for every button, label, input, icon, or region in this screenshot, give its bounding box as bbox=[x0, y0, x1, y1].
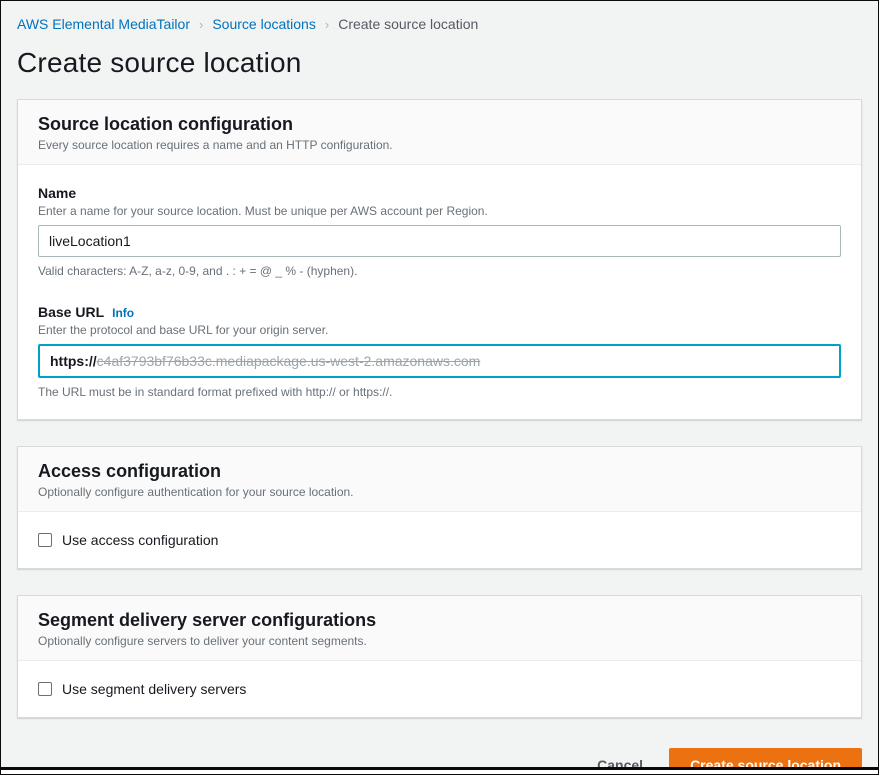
card-header: Source location configuration Every sour… bbox=[18, 100, 861, 165]
segment-delivery-configurations-card: Segment delivery server configurations O… bbox=[17, 595, 862, 718]
name-field-group: Name Enter a name for your source locati… bbox=[38, 185, 841, 278]
card-description: Every source location requires a name an… bbox=[38, 138, 841, 152]
card-description: Optionally configure servers to deliver … bbox=[38, 634, 841, 648]
base-url-prefix: https:// bbox=[50, 353, 97, 369]
access-configuration-card: Access configuration Optionally configur… bbox=[17, 446, 862, 569]
use-segment-delivery-servers-label: Use segment delivery servers bbox=[62, 681, 246, 697]
page-title: Create source location bbox=[17, 47, 862, 79]
base-url-field-label: Base URL bbox=[38, 304, 104, 320]
window-bottom-strip bbox=[1, 770, 878, 774]
app-window: AWS Elemental MediaTailor › Source locat… bbox=[0, 0, 879, 775]
base-url-info-link[interactable]: Info bbox=[112, 306, 134, 320]
base-url-field-constraint: The URL must be in standard format prefi… bbox=[38, 385, 841, 399]
card-title: Access configuration bbox=[38, 461, 841, 482]
card-body: Use access configuration bbox=[18, 512, 861, 568]
card-body: Name Enter a name for your source locati… bbox=[18, 165, 861, 419]
base-url-host: c4af3793bf76b33c.mediapackage.us-west-2.… bbox=[97, 353, 481, 369]
use-segment-delivery-servers-checkbox[interactable] bbox=[38, 682, 52, 696]
card-header: Access configuration Optionally configur… bbox=[18, 447, 861, 512]
source-location-configuration-card: Source location configuration Every sour… bbox=[17, 99, 862, 420]
use-access-configuration-label: Use access configuration bbox=[62, 532, 218, 548]
card-title: Source location configuration bbox=[38, 114, 841, 135]
breadcrumb-link-mediatailor[interactable]: AWS Elemental MediaTailor bbox=[17, 16, 190, 32]
name-field-label: Name bbox=[38, 185, 76, 201]
breadcrumb-separator-icon: › bbox=[199, 17, 203, 32]
card-header: Segment delivery server configurations O… bbox=[18, 596, 861, 661]
window-bottom-edge bbox=[1, 767, 878, 770]
base-url-field-description: Enter the protocol and base URL for your… bbox=[38, 323, 841, 337]
name-field-constraint: Valid characters: A-Z, a-z, 0-9, and . :… bbox=[38, 264, 841, 278]
card-title: Segment delivery server configurations bbox=[38, 610, 841, 631]
breadcrumb: AWS Elemental MediaTailor › Source locat… bbox=[17, 1, 862, 32]
breadcrumb-current: Create source location bbox=[338, 16, 478, 32]
base-url-field-group: Base URL Info Enter the protocol and bas… bbox=[38, 304, 841, 399]
breadcrumb-link-source-locations[interactable]: Source locations bbox=[212, 16, 316, 32]
use-access-configuration-checkbox-row[interactable]: Use access configuration bbox=[38, 532, 841, 548]
name-field-description: Enter a name for your source location. M… bbox=[38, 204, 841, 218]
base-url-input[interactable]: https://c4af3793bf76b33c.mediapackage.us… bbox=[38, 344, 841, 378]
card-description: Optionally configure authentication for … bbox=[38, 485, 841, 499]
use-access-configuration-checkbox[interactable] bbox=[38, 533, 52, 547]
name-input[interactable] bbox=[38, 225, 841, 257]
use-segment-delivery-servers-checkbox-row[interactable]: Use segment delivery servers bbox=[38, 681, 841, 697]
breadcrumb-separator-icon: › bbox=[325, 17, 329, 32]
card-body: Use segment delivery servers bbox=[18, 661, 861, 717]
